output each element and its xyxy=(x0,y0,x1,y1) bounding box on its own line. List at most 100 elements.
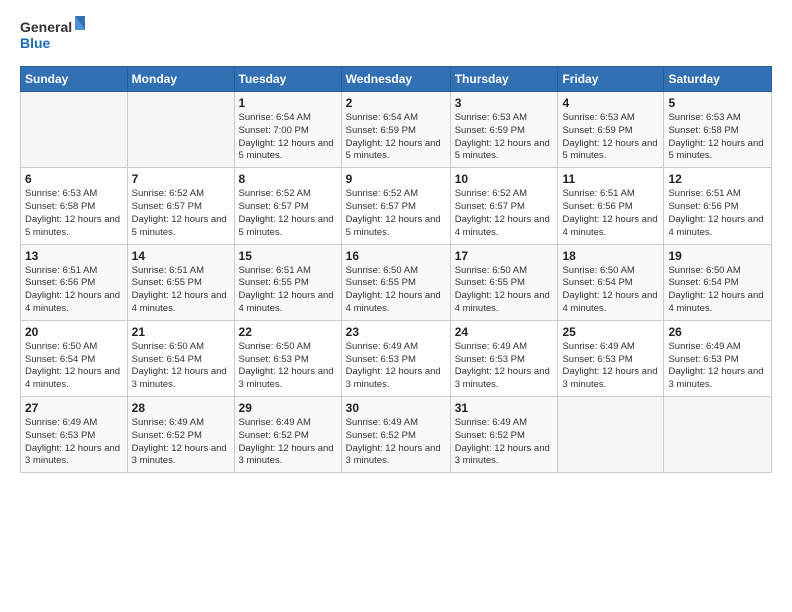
calendar-cell: 25Sunrise: 6:49 AM Sunset: 6:53 PM Dayli… xyxy=(558,320,664,396)
day-info: Sunrise: 6:53 AM Sunset: 6:58 PM Dayligh… xyxy=(668,112,767,163)
day-info: Sunrise: 6:51 AM Sunset: 6:56 PM Dayligh… xyxy=(25,265,123,316)
calendar-cell xyxy=(21,92,128,168)
calendar-header: SundayMondayTuesdayWednesdayThursdayFrid… xyxy=(21,67,772,92)
calendar-cell: 1 Sunrise: 6:54 AM Sunset: 7:00 PM Daylig… xyxy=(234,92,341,168)
day-info: Sunrise: 6:52 AM Sunset: 6:57 PM Dayligh… xyxy=(346,188,446,239)
calendar-cell: 15 Sunrise: 6:51 AM Sunset: 6:55 PM Dayli… xyxy=(234,244,341,320)
day-info: Sunrise: 6:53 AM Sunset: 6:59 PM Dayligh… xyxy=(455,112,554,163)
day-number: 23 xyxy=(346,325,446,339)
calendar-cell: 19Sunrise: 6:50 AM Sunset: 6:54 PM Dayli… xyxy=(664,244,772,320)
day-number: 30 xyxy=(346,401,446,415)
day-number: 3 xyxy=(455,96,554,110)
weekday-header-wednesday: Wednesday xyxy=(341,67,450,92)
svg-text:Blue: Blue xyxy=(20,35,51,51)
day-number: 12 xyxy=(668,172,767,186)
day-number: 10 xyxy=(455,172,554,186)
calendar-cell: 22 Sunrise: 6:50 AM Sunset: 6:53 PM Dayli… xyxy=(234,320,341,396)
calendar-cell: 4 Sunrise: 6:53 AM Sunset: 6:59 PM Daylig… xyxy=(558,92,664,168)
weekday-header-saturday: Saturday xyxy=(664,67,772,92)
day-info: Sunrise: 6:51 AM Sunset: 6:56 PM Dayligh… xyxy=(668,188,767,239)
day-info: Sunrise: 6:50 AM Sunset: 6:54 PM Dayligh… xyxy=(25,341,123,392)
calendar-table: SundayMondayTuesdayWednesdayThursdayFrid… xyxy=(20,66,772,473)
calendar-cell: 6 Sunrise: 6:53 AM Sunset: 6:58 PM Daylig… xyxy=(21,168,128,244)
calendar-week-2: 13 Sunrise: 6:51 AM Sunset: 6:56 PM Dayli… xyxy=(21,244,772,320)
calendar-cell: 31 Sunrise: 6:49 AM Sunset: 6:52 PM Dayli… xyxy=(450,397,558,473)
weekday-header-friday: Friday xyxy=(558,67,664,92)
logo: GeneralBlue xyxy=(20,16,90,56)
calendar-week-1: 6 Sunrise: 6:53 AM Sunset: 6:58 PM Daylig… xyxy=(21,168,772,244)
day-info: Sunrise: 6:49 AM Sunset: 6:52 PM Dayligh… xyxy=(346,417,446,468)
day-info: Sunrise: 6:53 AM Sunset: 6:59 PM Dayligh… xyxy=(562,112,659,163)
calendar-cell xyxy=(664,397,772,473)
day-number: 11 xyxy=(562,172,659,186)
header: GeneralBlue xyxy=(20,16,772,56)
calendar-week-3: 20 Sunrise: 6:50 AM Sunset: 6:54 PM Dayli… xyxy=(21,320,772,396)
day-info: Sunrise: 6:50 AM Sunset: 6:54 PM Dayligh… xyxy=(562,265,659,316)
calendar-cell: 10 Sunrise: 6:52 AM Sunset: 6:57 PM Dayli… xyxy=(450,168,558,244)
day-info: Sunrise: 6:49 AM Sunset: 6:53 PM Dayligh… xyxy=(562,341,659,392)
day-info: Sunrise: 6:51 AM Sunset: 6:55 PM Dayligh… xyxy=(239,265,337,316)
calendar-cell: 13 Sunrise: 6:51 AM Sunset: 6:56 PM Dayli… xyxy=(21,244,128,320)
day-number: 15 xyxy=(239,249,337,263)
day-info: Sunrise: 6:54 AM Sunset: 7:00 PM Dayligh… xyxy=(239,112,337,163)
day-info: Sunrise: 6:50 AM Sunset: 6:53 PM Dayligh… xyxy=(239,341,337,392)
calendar-cell: 3 Sunrise: 6:53 AM Sunset: 6:59 PM Daylig… xyxy=(450,92,558,168)
day-number: 5 xyxy=(668,96,767,110)
day-info: Sunrise: 6:50 AM Sunset: 6:54 PM Dayligh… xyxy=(668,265,767,316)
day-number: 20 xyxy=(25,325,123,339)
day-info: Sunrise: 6:50 AM Sunset: 6:54 PM Dayligh… xyxy=(132,341,230,392)
day-info: Sunrise: 6:49 AM Sunset: 6:52 PM Dayligh… xyxy=(455,417,554,468)
weekday-header-monday: Monday xyxy=(127,67,234,92)
calendar-week-0: 1 Sunrise: 6:54 AM Sunset: 7:00 PM Daylig… xyxy=(21,92,772,168)
day-number: 7 xyxy=(132,172,230,186)
calendar-week-4: 27Sunrise: 6:49 AM Sunset: 6:53 PM Dayli… xyxy=(21,397,772,473)
weekday-header-row: SundayMondayTuesdayWednesdayThursdayFrid… xyxy=(21,67,772,92)
day-info: Sunrise: 6:52 AM Sunset: 6:57 PM Dayligh… xyxy=(455,188,554,239)
day-number: 2 xyxy=(346,96,446,110)
day-number: 1 xyxy=(239,96,337,110)
calendar-body: 1 Sunrise: 6:54 AM Sunset: 7:00 PM Daylig… xyxy=(21,92,772,473)
calendar-cell: 30 Sunrise: 6:49 AM Sunset: 6:52 PM Dayli… xyxy=(341,397,450,473)
calendar-cell: 9 Sunrise: 6:52 AM Sunset: 6:57 PM Daylig… xyxy=(341,168,450,244)
calendar-cell: 26Sunrise: 6:49 AM Sunset: 6:53 PM Dayli… xyxy=(664,320,772,396)
day-info: Sunrise: 6:49 AM Sunset: 6:53 PM Dayligh… xyxy=(455,341,554,392)
day-info: Sunrise: 6:54 AM Sunset: 6:59 PM Dayligh… xyxy=(346,112,446,163)
weekday-header-sunday: Sunday xyxy=(21,67,128,92)
day-info: Sunrise: 6:52 AM Sunset: 6:57 PM Dayligh… xyxy=(132,188,230,239)
day-info: Sunrise: 6:51 AM Sunset: 6:55 PM Dayligh… xyxy=(132,265,230,316)
calendar-cell xyxy=(127,92,234,168)
calendar-cell: 23Sunrise: 6:49 AM Sunset: 6:53 PM Dayli… xyxy=(341,320,450,396)
calendar-cell: 17Sunrise: 6:50 AM Sunset: 6:55 PM Dayli… xyxy=(450,244,558,320)
calendar-cell: 11 Sunrise: 6:51 AM Sunset: 6:56 PM Dayli… xyxy=(558,168,664,244)
day-info: Sunrise: 6:49 AM Sunset: 6:53 PM Dayligh… xyxy=(25,417,123,468)
day-info: Sunrise: 6:52 AM Sunset: 6:57 PM Dayligh… xyxy=(239,188,337,239)
calendar-cell: 18Sunrise: 6:50 AM Sunset: 6:54 PM Dayli… xyxy=(558,244,664,320)
day-number: 28 xyxy=(132,401,230,415)
day-info: Sunrise: 6:53 AM Sunset: 6:58 PM Dayligh… xyxy=(25,188,123,239)
calendar-cell: 20 Sunrise: 6:50 AM Sunset: 6:54 PM Dayli… xyxy=(21,320,128,396)
calendar-cell: 5 Sunrise: 6:53 AM Sunset: 6:58 PM Daylig… xyxy=(664,92,772,168)
logo-svg: GeneralBlue xyxy=(20,16,90,56)
day-number: 26 xyxy=(668,325,767,339)
calendar-cell: 14 Sunrise: 6:51 AM Sunset: 6:55 PM Dayli… xyxy=(127,244,234,320)
day-number: 24 xyxy=(455,325,554,339)
calendar-cell: 8Sunrise: 6:52 AM Sunset: 6:57 PM Daylig… xyxy=(234,168,341,244)
day-number: 9 xyxy=(346,172,446,186)
day-number: 22 xyxy=(239,325,337,339)
day-info: Sunrise: 6:49 AM Sunset: 6:52 PM Dayligh… xyxy=(132,417,230,468)
day-number: 4 xyxy=(562,96,659,110)
calendar-page: GeneralBlue SundayMondayTuesdayWednesday… xyxy=(0,0,792,612)
calendar-cell: 2 Sunrise: 6:54 AM Sunset: 6:59 PM Daylig… xyxy=(341,92,450,168)
calendar-cell: 28 Sunrise: 6:49 AM Sunset: 6:52 PM Dayli… xyxy=(127,397,234,473)
calendar-cell: 12 Sunrise: 6:51 AM Sunset: 6:56 PM Dayli… xyxy=(664,168,772,244)
calendar-cell: 27Sunrise: 6:49 AM Sunset: 6:53 PM Dayli… xyxy=(21,397,128,473)
day-info: Sunrise: 6:51 AM Sunset: 6:56 PM Dayligh… xyxy=(562,188,659,239)
day-number: 14 xyxy=(132,249,230,263)
day-number: 6 xyxy=(25,172,123,186)
day-number: 31 xyxy=(455,401,554,415)
calendar-cell: 7 Sunrise: 6:52 AM Sunset: 6:57 PM Daylig… xyxy=(127,168,234,244)
weekday-header-tuesday: Tuesday xyxy=(234,67,341,92)
day-number: 13 xyxy=(25,249,123,263)
day-number: 16 xyxy=(346,249,446,263)
day-number: 17 xyxy=(455,249,554,263)
